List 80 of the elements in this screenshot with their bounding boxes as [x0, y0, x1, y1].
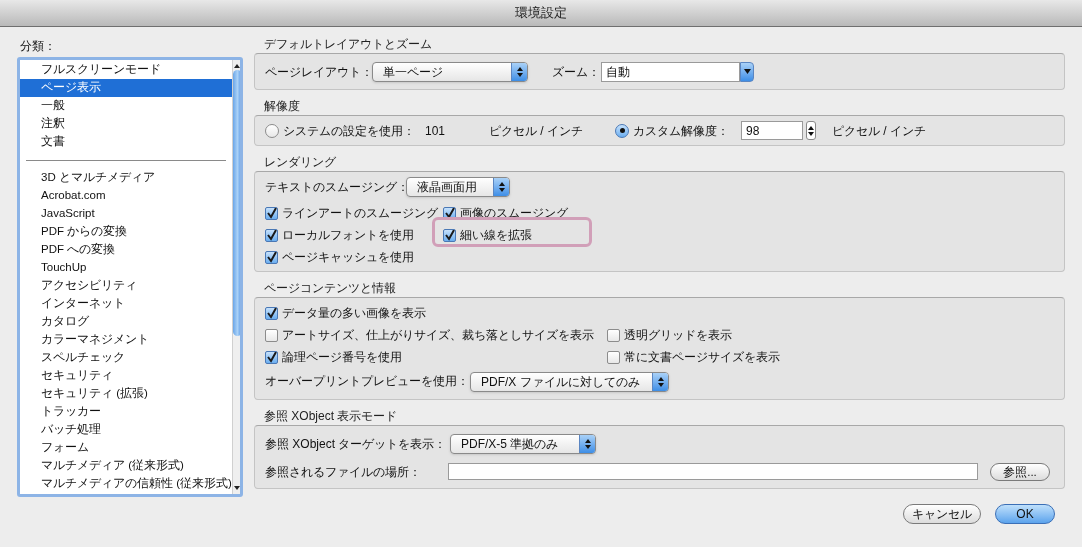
checkbox-label: データ量の多い画像を表示	[282, 305, 426, 321]
checkbox[interactable]	[265, 207, 278, 220]
category-item[interactable]: PDF からの変換	[20, 223, 232, 241]
field-label: ズーム：	[552, 63, 601, 81]
resolution-value: 101	[425, 122, 447, 140]
field-label: オーバープリントプレビューを使用：	[265, 374, 470, 390]
field-label: テキストのスムージング：	[265, 179, 406, 196]
unit-label: ピクセル / インチ	[832, 122, 926, 140]
category-item[interactable]: PDF への変換	[20, 241, 232, 259]
browse-button[interactable]: 参照...	[990, 462, 1050, 481]
unit-label: ピクセル / インチ	[489, 122, 583, 140]
field-label: 参照 XObject ターゲットを表示：	[265, 435, 448, 453]
dropdown-button[interactable]	[740, 61, 754, 82]
cancel-button[interactable]: キャンセル	[903, 504, 981, 524]
category-item[interactable]: 一般	[20, 97, 232, 115]
category-item[interactable]: 注釈	[20, 115, 232, 133]
category-item[interactable]: カタログ	[20, 313, 232, 331]
category-item[interactable]: アクセシビリティ	[20, 277, 232, 295]
stepper-arrows-icon	[498, 182, 505, 192]
checkbox-label: ページキャッシュを使用	[282, 249, 414, 265]
dropdown[interactable]: 単一ページ	[372, 61, 528, 82]
checkbox-label: 透明グリッドを表示	[624, 327, 732, 343]
checkbox[interactable]	[265, 329, 278, 342]
checkbox[interactable]	[265, 229, 278, 242]
category-item[interactable]: JavaScript	[20, 205, 232, 223]
checkbox-label: 常に文書ページサイズを表示	[624, 349, 780, 365]
radio-label: カスタム解像度：	[633, 122, 729, 140]
radio-button[interactable]	[265, 123, 279, 138]
category-item[interactable]: インターネット	[20, 295, 232, 313]
checkbox-label: 論理ページ番号を使用	[282, 349, 402, 365]
stepper-arrows-icon	[657, 377, 664, 387]
checkbox[interactable]	[265, 251, 278, 264]
checkbox[interactable]	[265, 307, 278, 320]
category-item[interactable]: マルチメディアの信頼性 (従来形式)	[20, 475, 232, 493]
checkbox-label: 細い線を拡張	[460, 227, 532, 243]
section-title: ページコンテンツと情報	[263, 281, 397, 297]
radio-button[interactable]	[615, 123, 629, 138]
checkbox-label: ラインアートのスムージング	[282, 205, 438, 221]
stepper-arrows-icon	[808, 125, 814, 136]
stepper[interactable]	[806, 121, 816, 140]
radio-label: システムの設定を使用：	[283, 122, 415, 140]
scrollbar[interactable]	[231, 60, 240, 494]
field-label: 参照されるファイルの場所：	[265, 463, 422, 481]
window-title: 環境設定	[515, 4, 567, 23]
zoom-field[interactable]: 自動	[601, 61, 740, 82]
category-item[interactable]: フォーム	[20, 439, 232, 457]
resolution-field[interactable]: 98	[741, 121, 803, 140]
category-item[interactable]: ページ表示	[20, 79, 232, 97]
file-location-field[interactable]	[448, 463, 978, 480]
category-item[interactable]: セキュリティ (拡張)	[20, 385, 232, 403]
category-item[interactable]: フルスクリーンモード	[20, 61, 232, 79]
dropdown[interactable]: PDF/X-5 準拠のみ	[450, 433, 596, 454]
category-item[interactable]: Acrobat.com	[20, 187, 232, 205]
section-title: 参照 XObject 表示モード	[263, 409, 399, 425]
category-label: 分類：	[19, 38, 57, 55]
checkbox[interactable]	[607, 351, 620, 364]
category-item[interactable]: 文書	[20, 133, 232, 151]
section-title: デフォルトレイアウトとズーム	[263, 37, 433, 53]
dropdown[interactable]: 液晶画面用	[406, 177, 510, 197]
section-title: レンダリング	[263, 155, 337, 171]
checkbox[interactable]	[443, 229, 456, 242]
checkbox[interactable]	[607, 329, 620, 342]
checkbox-label: アートサイズ、仕上がりサイズ、裁ち落としサイズを表示	[282, 327, 594, 343]
checkbox[interactable]	[265, 351, 278, 364]
ok-button[interactable]: OK	[995, 504, 1055, 524]
section-title: 解像度	[263, 99, 301, 115]
stepper-arrows-icon	[584, 438, 591, 449]
category-item[interactable]: カラーマネジメント	[20, 331, 232, 349]
category-item[interactable]: スペルチェック	[20, 349, 232, 367]
dropdown[interactable]: PDF/X ファイルに対してのみ	[470, 372, 669, 392]
category-item[interactable]: トラッカー	[20, 403, 232, 421]
category-item[interactable]: セキュリティ	[20, 367, 232, 385]
checkbox-label: ローカルフォントを使用	[282, 227, 414, 243]
category-item[interactable]: 3D とマルチメディア	[20, 169, 232, 187]
category-item[interactable]: マルチメディア (従来形式)	[20, 457, 232, 475]
field-label: ページレイアウト：	[265, 63, 372, 81]
category-item[interactable]: TouchUp	[20, 259, 232, 277]
caret-icon	[743, 69, 751, 74]
category-item[interactable]: バッチ処理	[20, 421, 232, 439]
stepper-arrows-icon	[516, 66, 523, 77]
